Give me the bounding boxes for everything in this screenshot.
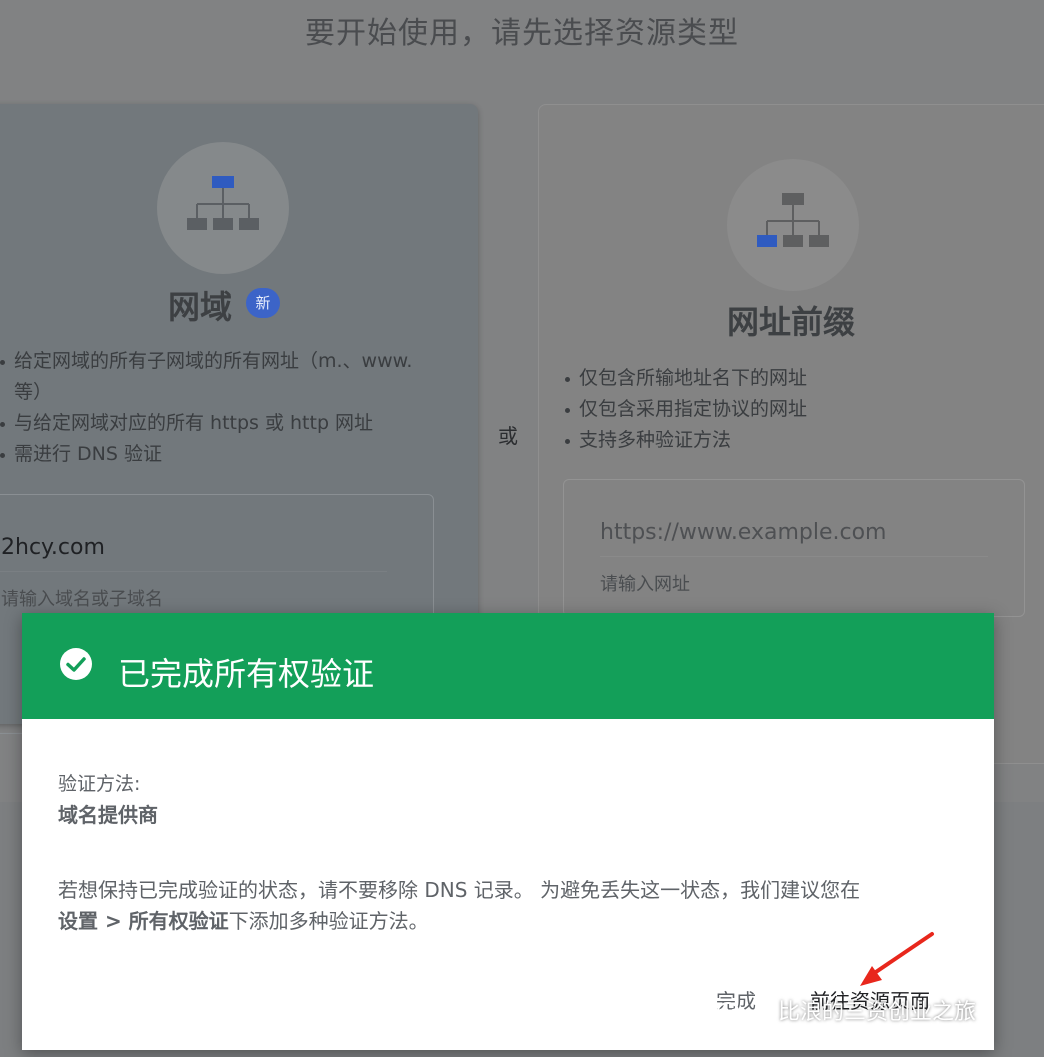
list-item: 与给定网域对应的所有 https 或 http 网址 [0, 408, 420, 439]
notice-tail: 下添加多种验证方法。 [228, 909, 429, 933]
verification-method-label: 验证方法: [58, 773, 141, 795]
wechat-icon [717, 1002, 745, 1024]
new-badge: 新 [246, 288, 280, 318]
settings-path: 设置 > 所有权验证 [58, 909, 229, 933]
sitemap-top-highlight-icon [187, 176, 259, 230]
verification-method-value: 域名提供商 [58, 803, 158, 827]
list-item: 支持多种验证方法 [565, 425, 985, 456]
url-input-underline [600, 556, 988, 557]
or-label: 或 [498, 424, 518, 448]
prefix-card-title: 网址前缀 [727, 303, 856, 341]
prefix-icon-circle [727, 159, 859, 291]
list-item: 仅包含采用指定协议的网址 [565, 394, 985, 425]
url-input-box: https://www.example.com 请输入网址 [563, 479, 1025, 617]
list-item: 给定网域的所有子网域的所有网址（m.、www.等） [0, 346, 420, 408]
domain-input[interactable]: 2hcy.com [1, 535, 105, 560]
domain-card-title: 网域 [168, 288, 233, 326]
domain-input-underline [0, 571, 387, 572]
sitemap-bottom-highlight-icon [757, 193, 829, 247]
prefix-feature-list: 仅包含所输地址名下的网址 仅包含采用指定协议的网址 支持多种验证方法 [565, 363, 985, 456]
url-input-hint: 请输入网址 [600, 574, 690, 595]
check-circle-icon [60, 648, 92, 680]
notice-text: 若想保持已完成验证的状态，请不要移除 DNS 记录。 为避免丢失这一状态，我们建… [58, 878, 861, 902]
list-item: 需进行 DNS 验证 [0, 439, 420, 470]
watermark-text: 比浪的三资创业之旅 [778, 1000, 977, 1025]
list-item: 仅包含所输地址名下的网址 [565, 363, 985, 394]
dialog-title: 已完成所有权验证 [118, 655, 375, 693]
red-arrow-annotation [860, 932, 934, 986]
dialog-header: 已完成所有权验证 [22, 613, 994, 719]
domain-input-hint: 请输入域名或子域名 [1, 589, 163, 610]
url-input[interactable]: https://www.example.com [600, 520, 886, 545]
domain-icon-circle [157, 142, 289, 274]
page-heading: 要开始使用，请先选择资源类型 [305, 16, 739, 51]
domain-feature-list: 给定网域的所有子网域的所有网址（m.、www.等） 与给定网域对应的所有 htt… [0, 346, 420, 470]
